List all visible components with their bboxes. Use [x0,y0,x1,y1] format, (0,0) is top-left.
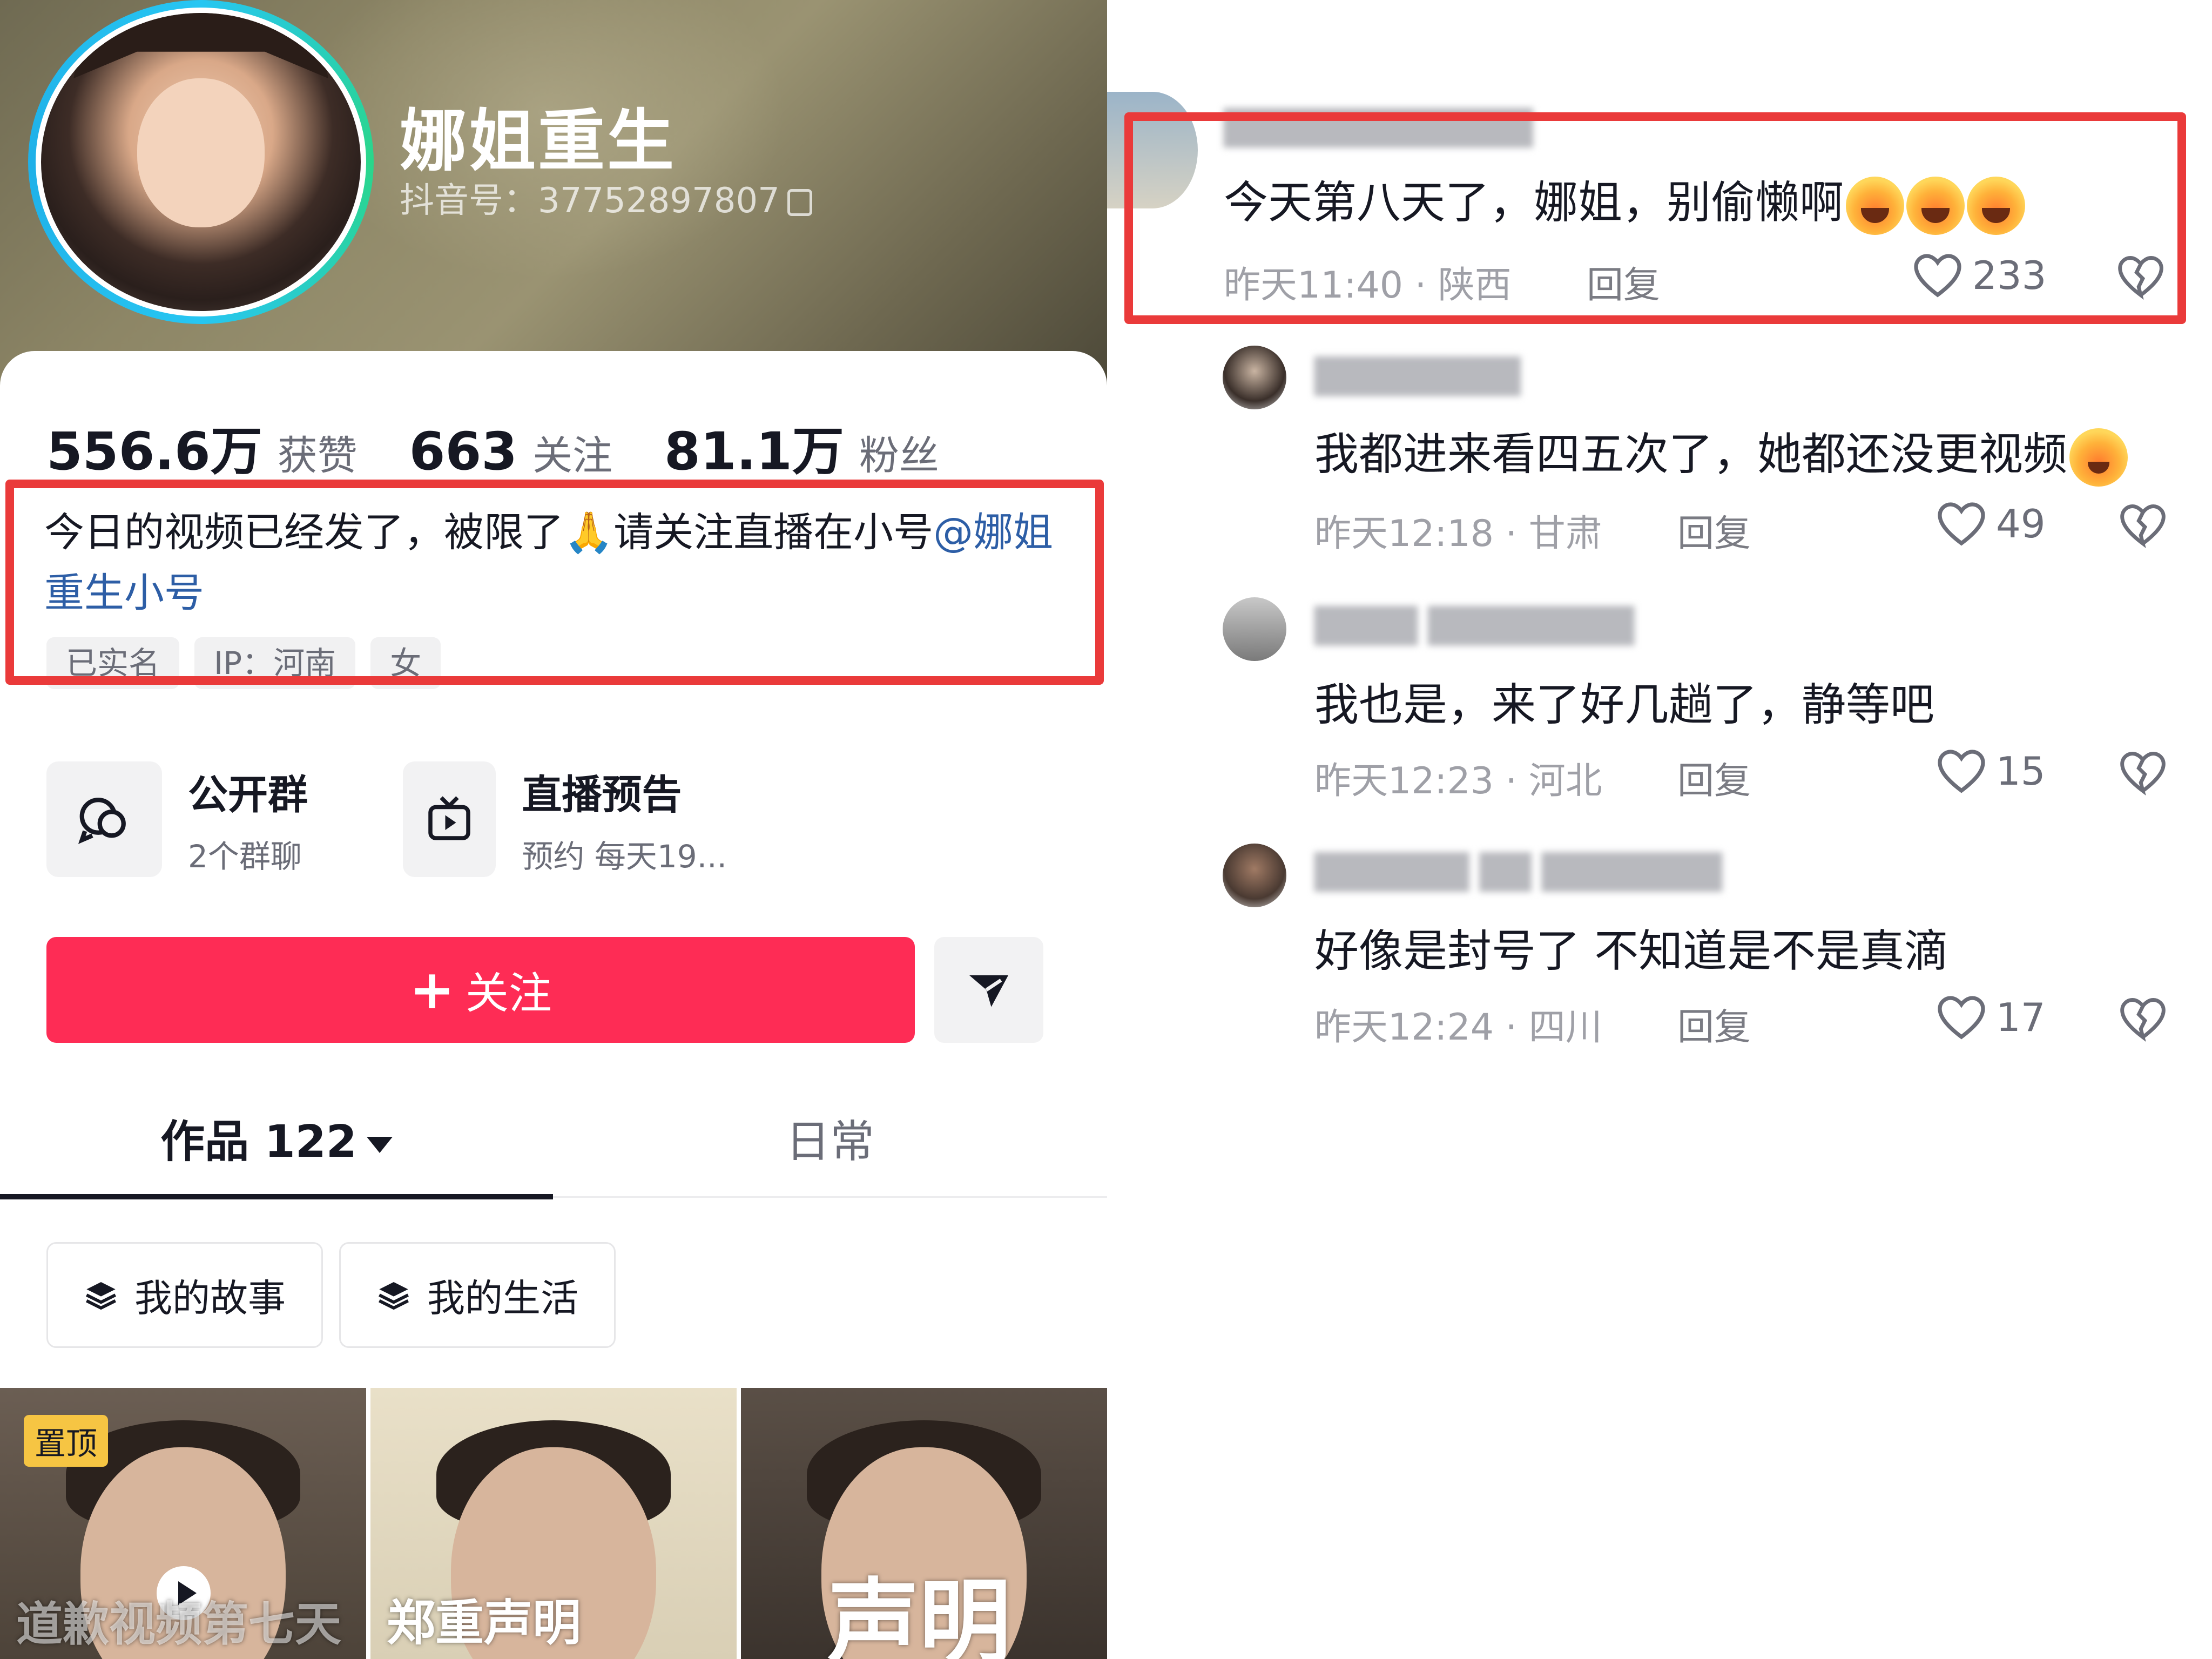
pinned-badge: 置顶 [24,1415,109,1467]
followers-count[interactable]: 81.1万 [664,409,844,484]
plus-icon: + [409,958,455,1021]
avatar[interactable] [28,0,374,324]
comment-time-location: 昨天12:24 · 四川 [1314,1006,1602,1049]
commenter-avatar[interactable] [1223,597,1286,661]
douyin-id[interactable]: 抖音号：37752897807 [400,173,812,222]
following-count[interactable]: 663 [409,421,517,482]
shortcut-subtitle: 预约 每天19... [522,838,727,875]
avatar-photo [41,13,361,311]
followers-label[interactable]: 粉丝 [859,423,939,481]
comment-time-location: 昨天12:23 · 河北 [1314,760,1602,802]
comment-text: 好像是封号了 不知道是不是真滴 [1314,926,1949,977]
comment-time-location: 昨天12:18 · 甘肃 [1314,512,1602,555]
share-profile-button[interactable] [934,937,1043,1043]
comments-panel: ████████████ 今天第八天了，娜姐，别偷懒啊 昨天11:40 · 陕西… [1107,0,2212,1659]
broken-heart-icon [2120,998,2166,1042]
stack-icon [86,1282,116,1310]
video-grid: 置顶 道歉视频第七天 郑重声明 声明 [0,1388,1107,1659]
profile-stats: 556.6万 获赞 663 关注 81.1万 粉丝 [46,409,991,484]
send-icon [969,975,1008,1007]
profile-panel: 娜姐重生 抖音号：37752897807 556.6万 获赞 663 关注 81… [0,0,1107,1659]
reply-button[interactable]: 回复 [1677,503,1751,557]
stack-icon [379,1282,409,1310]
reply-button[interactable]: 回复 [1677,751,1751,804]
likes-count: 556.6万 [46,421,262,482]
broken-heart-icon [2120,504,2166,549]
video-thumbnail[interactable]: 声明 [741,1388,1107,1659]
highlight-box-comment [1124,112,2186,324]
commenter-name-blurred[interactable]: ██████ ██ ███████ [1314,852,1722,892]
heart-icon [1938,502,1985,546]
profile-shortcuts: 公开群 2个群聊 直播预告 预约 每天19... [46,761,727,877]
comment-text: 我都进来看四五次了，她都还没更视频 [1314,418,2128,487]
collection-my-story[interactable]: 我的故事 [46,1242,323,1348]
comment-text: 我也是，来了好几趟了，静等吧 [1314,679,1935,731]
live-tv-icon [403,761,496,877]
content-tabs: 作品 122 日常 [0,1096,1107,1199]
like-button[interactable]: 15 [1936,747,2046,795]
collection-chips: 我的故事 我的生活 [46,1242,616,1348]
commenter-name-blurred[interactable]: ████ ████████ [1314,606,1634,645]
broken-heart-icon [2120,752,2166,796]
commenter-name-blurred[interactable]: ████████ [1314,356,1520,396]
commenter-avatar[interactable] [1223,844,1286,907]
like-button[interactable]: 17 [1936,994,2046,1041]
profile-cover: 娜姐重生 抖音号：37752897807 [0,0,1107,389]
heart-icon [1938,996,1985,1040]
follow-button[interactable]: + 关注 [46,937,915,1043]
dislike-button[interactable] [2118,501,2168,551]
collection-my-life[interactable]: 我的生活 [339,1242,616,1348]
shortcut-live-preview[interactable]: 直播预告 预约 每天19... [403,761,727,877]
dislike-button[interactable] [2118,995,2168,1044]
video-thumbnail[interactable]: 置顶 道歉视频第七天 [0,1388,366,1659]
like-button[interactable]: 49 [1936,500,2046,548]
caret-down-icon [366,1136,393,1153]
crying-emoji [2069,428,2128,487]
following-label[interactable]: 关注 [532,423,612,481]
dislike-button[interactable] [2118,748,2168,798]
profile-nickname: 娜姐重生 [400,103,677,180]
video-thumbnail[interactable]: 郑重声明 [370,1388,737,1659]
commenter-avatar[interactable] [1223,346,1286,409]
copy-icon[interactable] [787,189,812,217]
active-tab-indicator [0,1194,553,1199]
shortcut-title: 直播预告 [522,771,682,818]
video-caption: 道歉视频第七天 [16,1597,341,1651]
profile-card: 556.6万 获赞 663 关注 81.1万 粉丝 今日的视频已经发了，被限了🙏… [0,351,1107,1659]
shortcut-title: 公开群 [188,771,308,818]
tab-daily[interactable]: 日常 [553,1096,1107,1198]
reply-button[interactable]: 回复 [1677,997,1751,1050]
group-chat-icon [46,761,162,877]
video-caption: 郑重声明 [387,1595,581,1651]
video-caption: 声明 [827,1569,1011,1659]
tab-works[interactable]: 作品 122 [0,1096,553,1199]
likes-label: 获赞 [277,433,358,479]
highlight-box-bio [5,480,1104,685]
heart-icon [1938,750,1985,793]
shortcut-subtitle: 2个群聊 [188,838,302,875]
shortcut-public-group[interactable]: 公开群 2个群聊 [46,761,370,877]
